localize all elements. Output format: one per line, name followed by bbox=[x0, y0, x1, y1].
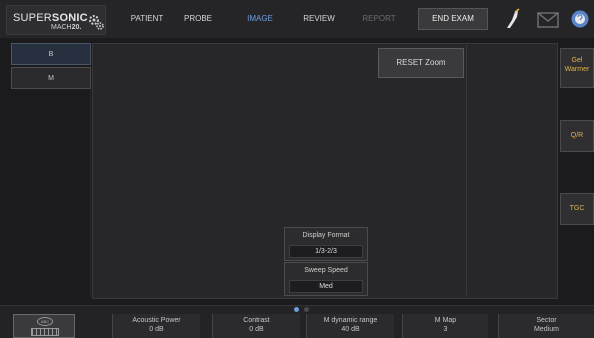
param-sector[interactable]: Sector Medium bbox=[498, 314, 594, 338]
param-m-dynamic-range[interactable]: M dynamic range 40 dB bbox=[306, 314, 394, 338]
keyboard-icon bbox=[31, 328, 59, 336]
param-value: 0 dB bbox=[249, 326, 264, 333]
divider bbox=[466, 45, 467, 295]
help-icon[interactable] bbox=[570, 8, 590, 30]
logo-model-num: 20. bbox=[71, 24, 82, 31]
logo: SUPERSONIC MACH20. bbox=[6, 5, 106, 35]
keyboard-button[interactable]: ABC bbox=[13, 314, 75, 338]
param-acoustic-power[interactable]: Acoustic Power 0 dB bbox=[112, 314, 200, 338]
logo-text: SUPERSONIC bbox=[13, 12, 88, 24]
param-value: 40 dB bbox=[341, 326, 360, 333]
param-name: M Map bbox=[434, 317, 457, 324]
gel-warmer-button[interactable]: Gel Warmer bbox=[560, 48, 594, 88]
param-value: 0 dB bbox=[149, 326, 164, 333]
page-indicator-active[interactable] bbox=[294, 307, 299, 312]
qr-button[interactable]: Q/R bbox=[560, 120, 594, 152]
top-bar: SUPERSONIC MACH20. PATIENT PROBE IMAGE R… bbox=[0, 0, 594, 38]
logo-brand-b: SONIC bbox=[51, 12, 88, 24]
sweep-speed-value[interactable]: Med bbox=[289, 280, 363, 293]
nav-probe[interactable]: PROBE bbox=[178, 0, 218, 38]
param-value: 3 bbox=[443, 326, 448, 333]
gears-icon bbox=[89, 15, 104, 30]
nav-patient[interactable]: PATIENT bbox=[122, 0, 172, 38]
param-value: Medium bbox=[534, 326, 559, 333]
logo-brand-a: SUPER bbox=[13, 12, 52, 24]
nav-image[interactable]: IMAGE bbox=[238, 0, 282, 38]
sweep-speed-label: Sweep Speed bbox=[304, 267, 348, 274]
page-indicator[interactable] bbox=[304, 307, 309, 312]
sweep-speed-control[interactable]: Sweep Speed Med bbox=[284, 262, 368, 296]
param-name: Acoustic Power bbox=[132, 317, 181, 324]
display-format-control[interactable]: Display Format 1/3-2/3 bbox=[284, 227, 368, 261]
mode-b-button[interactable]: B bbox=[11, 43, 91, 65]
mode-panel: B M bbox=[9, 43, 91, 297]
nav-report[interactable]: REPORT bbox=[356, 0, 402, 38]
param-name: M dynamic range bbox=[323, 317, 378, 324]
display-format-label: Display Format bbox=[302, 232, 350, 239]
logo-model-name: MACH bbox=[51, 24, 72, 31]
envelope-icon[interactable] bbox=[537, 10, 559, 30]
end-exam-button[interactable]: END EXAM bbox=[418, 8, 488, 30]
param-contrast[interactable]: Contrast 0 dB bbox=[212, 314, 300, 338]
param-name: Sector bbox=[536, 317, 557, 324]
abc-label: ABC bbox=[37, 317, 53, 326]
logo-model: MACH20. bbox=[51, 24, 81, 31]
nav-review[interactable]: REVIEW bbox=[296, 0, 342, 38]
reset-zoom-button[interactable]: RESET Zoom bbox=[378, 48, 464, 78]
display-format-value[interactable]: 1/3-2/3 bbox=[289, 245, 363, 258]
mode-m-button[interactable]: M bbox=[11, 67, 91, 89]
param-name: Contrast bbox=[243, 317, 270, 324]
param-m-map[interactable]: M Map 3 bbox=[402, 314, 488, 338]
tgc-button[interactable]: TGC bbox=[560, 193, 594, 225]
probe-hand-icon[interactable] bbox=[503, 8, 523, 30]
